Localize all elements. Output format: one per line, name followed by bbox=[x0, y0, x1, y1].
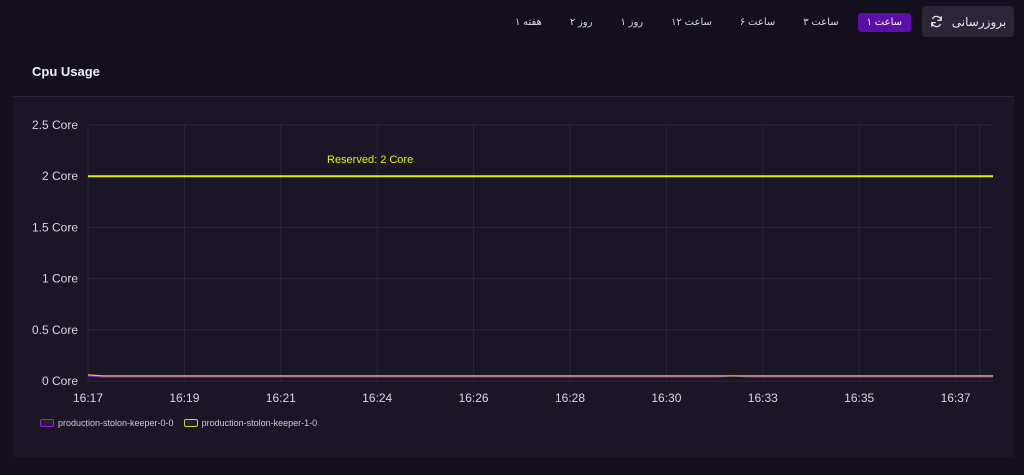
x-tick-label: 16:24 bbox=[362, 391, 392, 405]
x-tick-label: 16:17 bbox=[73, 391, 103, 405]
time-range-button[interactable]: ۳ ساعت bbox=[794, 13, 847, 32]
refresh-button[interactable]: بروزرسانی bbox=[922, 6, 1014, 37]
x-tick-label: 16:26 bbox=[459, 391, 489, 405]
legend-swatch bbox=[40, 419, 54, 427]
legend-label: production-stolon-keeper-0-0 bbox=[58, 418, 174, 428]
y-tick-label: 0.5 Core bbox=[32, 323, 78, 337]
toolbar: بروزرسانی ۱ ساعت ۳ ساعت ۶ ساعت ۱۲ ساعت ۱ روز… bbox=[0, 0, 1024, 46]
cpu-usage-chart: 0 Core 0.5 Core 1 Core 1.5 Core 2 Core 2.5 Co… bbox=[32, 118, 993, 405]
refresh-label: بروزرسانی bbox=[951, 14, 1007, 29]
cpu-usage-panel: 0 Core 0.5 Core 1 Core 1.5 Core 2 Core 2.5 Co… bbox=[13, 96, 1014, 457]
y-tick-label: 1 Core bbox=[42, 272, 78, 286]
time-range-button[interactable]: ۱ ساعت bbox=[857, 12, 911, 32]
x-tick-label: 16:35 bbox=[844, 391, 874, 405]
threshold-label: Reserved: 2 Core bbox=[327, 154, 413, 166]
time-range-button[interactable]: ۶ ساعت bbox=[731, 13, 784, 32]
y-tick-label: 2 Core bbox=[42, 169, 78, 183]
legend-item[interactable]: production-stolon-keeper-0-0 bbox=[40, 418, 174, 428]
refresh-icon bbox=[930, 15, 943, 28]
x-tick-label: 16:28 bbox=[555, 391, 585, 405]
x-tick-label: 16:21 bbox=[266, 391, 296, 405]
x-tick-label: 16:33 bbox=[748, 391, 778, 405]
legend-label: production-stolon-keeper-1-0 bbox=[201, 418, 318, 428]
x-tick-label: 16:19 bbox=[169, 391, 199, 405]
y-tick-label: 2.5 Core bbox=[32, 118, 78, 132]
legend-item[interactable]: production-stolon-keeper-1-0 bbox=[183, 418, 318, 428]
series-line-production-stolon-keeper-1-0 bbox=[87, 374, 993, 377]
time-range-button[interactable]: ۱ روز bbox=[611, 13, 652, 32]
time-range-selector: ۱ ساعت ۳ ساعت ۶ ساعت ۱۲ ساعت ۱ روز ۲ روز ۱ هفت… bbox=[501, 12, 916, 32]
legend-swatch bbox=[183, 419, 198, 427]
x-tick-label: 16:30 bbox=[651, 391, 681, 405]
x-tick-label: 16:37 bbox=[941, 391, 971, 405]
panel-title: Cpu Usage bbox=[32, 64, 100, 79]
time-range-button[interactable]: ۱ هفته bbox=[506, 13, 551, 32]
y-tick-label: 1.5 Core bbox=[32, 220, 78, 234]
time-range-button[interactable]: ۱۲ ساعت bbox=[662, 13, 721, 32]
chart-legend: production-stolon-keeper-0-0 production-s… bbox=[40, 418, 317, 428]
time-range-button[interactable]: ۲ روز bbox=[561, 13, 602, 32]
y-tick-label: 0 Core bbox=[42, 374, 78, 388]
